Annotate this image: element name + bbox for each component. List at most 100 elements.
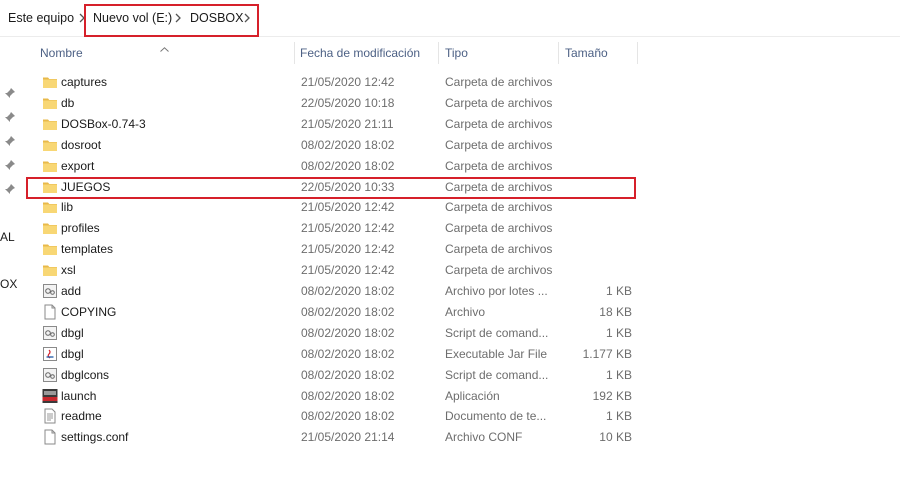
pin-icon[interactable] [4, 135, 16, 147]
chevron-right-icon[interactable] [175, 13, 183, 23]
file-name: captures [61, 75, 108, 89]
file-type: Carpeta de archivos [445, 200, 553, 215]
file-date: 08/02/2020 18:02 [301, 158, 395, 173]
file-row[interactable]: dbgl 08/02/2020 18:02 Executable Jar File 1… [36, 344, 636, 364]
column-divider[interactable] [637, 42, 638, 64]
folder-icon [42, 158, 58, 174]
folder-icon [42, 220, 58, 236]
file-name: dbgl [61, 346, 84, 361]
file-type: Archivo por lotes ... [445, 284, 548, 298]
file-row[interactable]: JUEGOS 22/05/2020 10:33 Carpeta de archivo… [36, 177, 636, 197]
file-size: 1 KB [605, 409, 632, 424]
file-row[interactable]: profiles 21/05/2020 12:42 Carpeta de archi… [36, 218, 636, 238]
file-name: DOSBox-0.74-3 [61, 116, 146, 131]
column-header-type[interactable]: Tipo [445, 46, 468, 60]
file-date: 22/05/2020 10:18 [301, 95, 395, 110]
pin-icon[interactable] [4, 159, 16, 171]
breadcrumb-nuevo-vol[interactable]: Nuevo vol (E:) [93, 11, 172, 25]
file-name: templates [61, 242, 114, 257]
file-icon [42, 304, 58, 320]
folder-icon [42, 116, 58, 132]
address-bar[interactable]: Este equipo Nuevo vol (E:) DOSBOX [0, 0, 900, 37]
file-type: Carpeta de archivos [445, 263, 553, 278]
file-row[interactable]: launch 08/02/2020 18:02 Aplicación 192 KB [36, 386, 636, 406]
file-type: Script de comand... [445, 367, 549, 382]
folder-icon [42, 241, 58, 257]
file-row[interactable]: dbgl 08/02/2020 18:02 Script de comand... 1… [36, 323, 636, 343]
file-row[interactable]: add 08/02/2020 18:02 Archivo por lotes ...… [36, 281, 636, 301]
file-type: Aplicación [445, 388, 500, 403]
column-header-name[interactable]: Nombre [40, 46, 83, 60]
file-type: Carpeta de archivos [445, 137, 553, 152]
nav-item-label[interactable]: OX [0, 277, 17, 291]
file-type: Script de comand... [445, 325, 549, 340]
file-name: db [61, 95, 75, 110]
text-document-icon [42, 408, 58, 424]
file-date: 22/05/2020 10:33 [301, 179, 395, 194]
sort-ascending-icon [160, 41, 169, 55]
navigation-pane: AL OX [0, 37, 22, 480]
file-date: 21/05/2020 12:42 [301, 242, 395, 257]
file-date: 21/05/2020 12:42 [301, 263, 395, 278]
script-file-icon [42, 367, 58, 383]
jar-file-icon [42, 346, 58, 362]
file-date: 08/02/2020 18:02 [301, 367, 395, 382]
file-row[interactable]: settings.conf 21/05/2020 21:14 Archivo CON… [36, 427, 636, 447]
breadcrumb-este-equipo[interactable]: Este equipo [8, 11, 74, 25]
file-row[interactable]: captures 21/05/2020 12:42 Carpeta de archi… [36, 72, 636, 92]
column-header-row: Nombre Fecha de modificación Tipo Tamaño [22, 37, 900, 67]
file-type: Documento de te... [445, 409, 547, 424]
chevron-right-icon[interactable] [79, 13, 87, 23]
column-divider[interactable] [294, 42, 295, 64]
file-date: 08/02/2020 18:02 [301, 409, 395, 424]
file-row[interactable]: db 22/05/2020 10:18 Carpeta de archivos [36, 93, 636, 113]
file-name: lib [61, 200, 74, 215]
file-size: 1.177 KB [582, 346, 632, 361]
nav-item-label[interactable]: AL [0, 230, 15, 244]
file-name: COPYING [61, 304, 117, 319]
column-divider[interactable] [558, 42, 559, 64]
file-date: 08/02/2020 18:02 [301, 284, 395, 298]
column-divider[interactable] [438, 42, 439, 64]
file-name: add [61, 284, 82, 298]
file-name: profiles [61, 221, 100, 236]
file-date: 21/05/2020 12:42 [301, 200, 395, 215]
column-header-size[interactable]: Tamaño [565, 46, 608, 60]
file-date: 08/02/2020 18:02 [301, 346, 395, 361]
file-size: 1 KB [605, 325, 632, 340]
pin-icon[interactable] [4, 183, 16, 195]
file-row[interactable]: dbglcons 08/02/2020 18:02 Script de comand… [36, 365, 636, 385]
pin-icon[interactable] [4, 111, 16, 123]
file-size: 10 KB [599, 430, 632, 445]
file-size: 1 KB [605, 284, 632, 298]
folder-icon [42, 199, 58, 215]
file-row[interactable]: export 08/02/2020 18:02 Carpeta de archivo… [36, 156, 636, 176]
chevron-right-icon[interactable] [244, 13, 252, 23]
pin-icon[interactable] [4, 87, 16, 99]
file-date: 08/02/2020 18:02 [301, 388, 395, 403]
file-icon [42, 429, 58, 445]
file-size: 192 KB [592, 388, 632, 403]
file-row[interactable]: readme 08/02/2020 18:02 Documento de te...… [36, 406, 636, 426]
file-row[interactable]: templates 21/05/2020 12:42 Carpeta de arch… [36, 239, 636, 259]
script-file-icon [42, 325, 58, 341]
file-date: 08/02/2020 18:02 [301, 325, 395, 340]
breadcrumb-dosbox[interactable]: DOSBOX [190, 11, 244, 25]
file-type: Carpeta de archivos [445, 116, 553, 131]
file-row[interactable]: xsl 21/05/2020 12:42 Carpeta de archivos [36, 260, 636, 280]
file-row[interactable]: COPYING 08/02/2020 18:02 Archivo 18 KB [36, 302, 636, 322]
folder-icon [42, 95, 58, 111]
batch-file-icon [42, 283, 58, 299]
file-row[interactable]: DOSBox-0.74-3 21/05/2020 21:11 Carpeta de … [36, 114, 636, 134]
file-name: settings.conf [61, 430, 129, 445]
file-date: 08/02/2020 18:02 [301, 137, 395, 152]
column-header-date[interactable]: Fecha de modificación [300, 46, 420, 60]
app-dbgl-icon [42, 388, 58, 404]
file-size: 18 KB [599, 304, 632, 319]
file-name: dbglcons [61, 367, 110, 382]
file-date: 21/05/2020 12:42 [301, 221, 395, 236]
file-date: 08/02/2020 18:02 [301, 304, 395, 319]
file-row[interactable]: lib 21/05/2020 12:42 Carpeta de archivos [36, 197, 636, 217]
file-row[interactable]: dosroot 08/02/2020 18:02 Carpeta de archiv… [36, 135, 636, 155]
file-name: readme [61, 409, 102, 424]
